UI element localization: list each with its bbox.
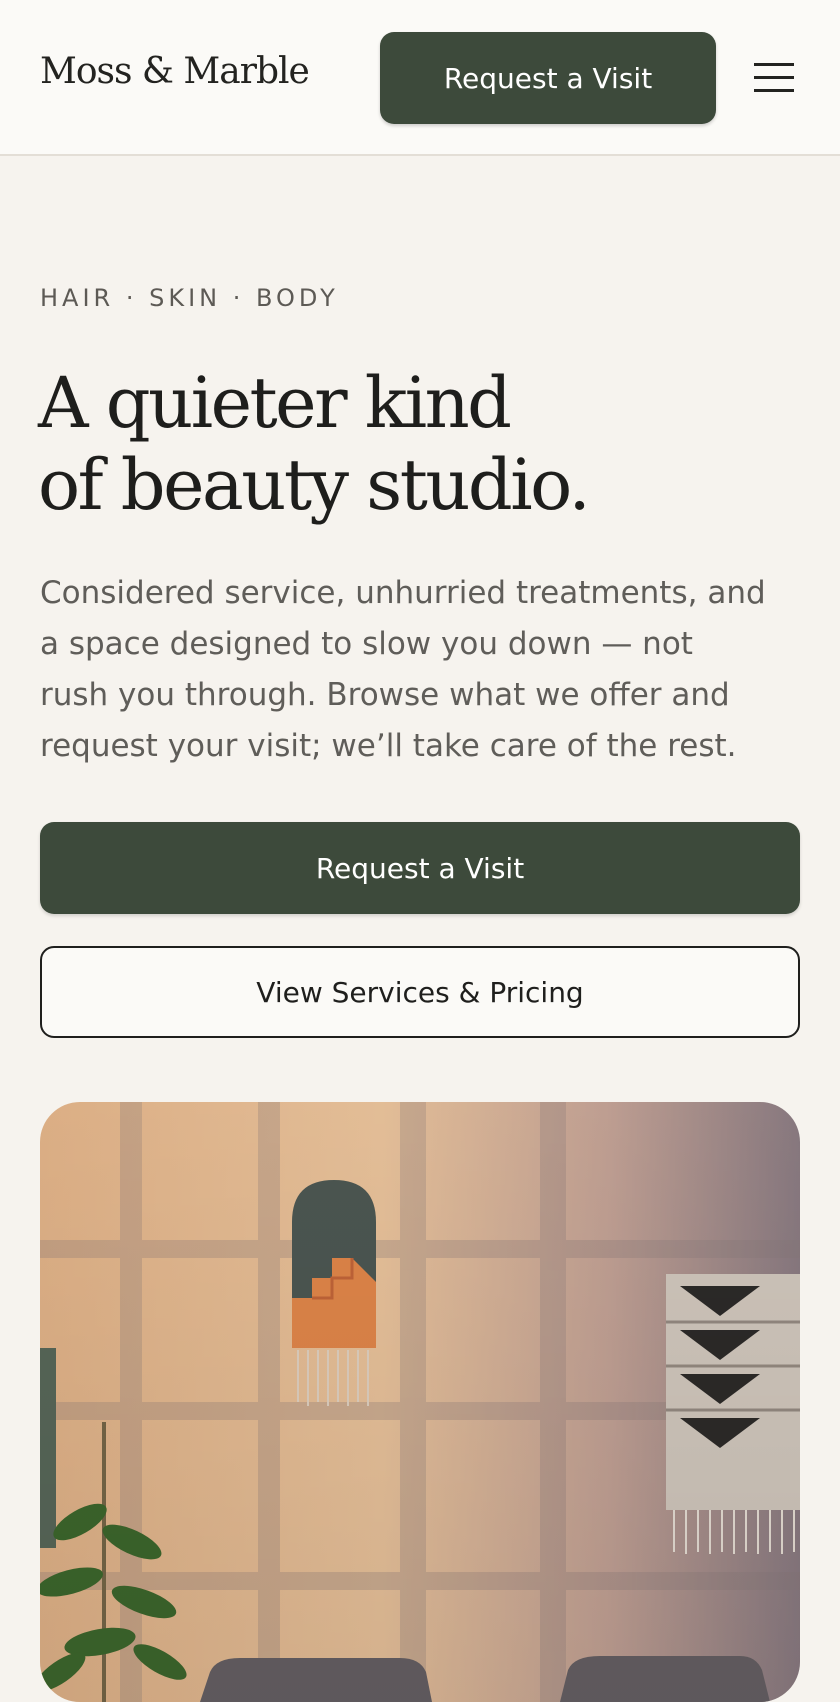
hamburger-menu-icon (754, 63, 794, 92)
description-line: Considered service, unhurried treatments… (40, 575, 766, 611)
studio-interior-photo (40, 1102, 800, 1702)
request-visit-button[interactable]: Request a Visit (40, 822, 800, 914)
description-line: request your visit; we’ll take care of t… (40, 728, 737, 764)
brand-logo[interactable]: Moss & Marble (40, 51, 310, 92)
site-header: Moss & Marble Request a Visit (0, 0, 840, 156)
description-line: rush you through. Browse what we offer a… (40, 677, 730, 713)
description-line: a space designed to slow you down — not (40, 626, 693, 662)
header-request-visit-button[interactable]: Request a Visit (380, 32, 716, 124)
menu-button[interactable] (752, 60, 796, 96)
headline-line: of beauty studio. (38, 444, 591, 526)
headline-line: A quieter kind (38, 362, 512, 444)
hero-description: Considered service, unhurried treatments… (40, 568, 810, 772)
view-services-pricing-button[interactable]: View Services & Pricing (40, 946, 800, 1038)
hero-headline: A quieter kind of beauty studio. (38, 362, 798, 526)
hero-eyebrow: HAIR · SKIN · BODY (40, 284, 339, 312)
